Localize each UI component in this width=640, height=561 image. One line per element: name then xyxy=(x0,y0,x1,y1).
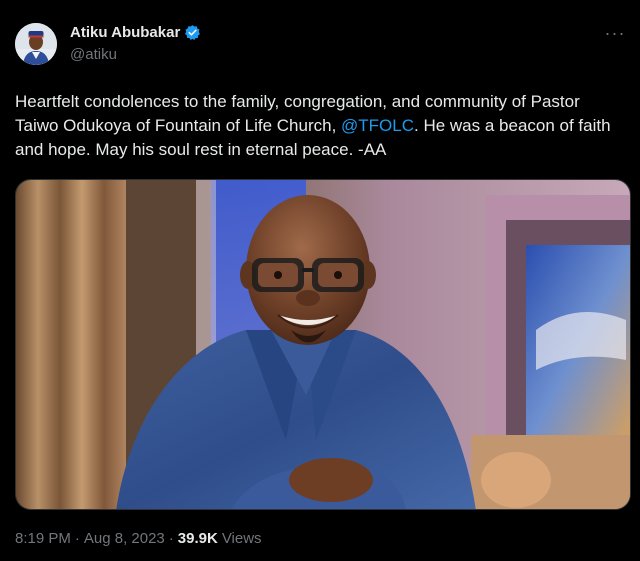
tweet-card: Atiku Abubakar @atiku ··· Heartfelt cond… xyxy=(0,0,640,561)
views-label: Views xyxy=(221,530,262,547)
meta-separator: · xyxy=(74,530,80,547)
meta-separator: · xyxy=(168,530,174,547)
tweet-photo[interactable] xyxy=(15,179,631,510)
author-avatar[interactable] xyxy=(15,23,57,65)
verified-badge-icon xyxy=(184,24,201,41)
author-handle[interactable]: @atiku xyxy=(70,46,117,63)
tweet-date[interactable]: Aug 8, 2023 xyxy=(84,530,165,547)
mention-link[interactable]: @TFOLC xyxy=(341,116,414,135)
author-name-row: Atiku Abubakar xyxy=(70,24,201,41)
tweet-text: Heartfelt condolences to the family, con… xyxy=(15,90,627,162)
author-display-name[interactable]: Atiku Abubakar xyxy=(70,24,180,41)
tweet-time[interactable]: 8:19 PM xyxy=(15,530,71,547)
profile-photo-icon xyxy=(15,23,57,65)
more-options-icon[interactable]: ··· xyxy=(602,22,628,44)
tweet-meta: 8:19 PM · Aug 8, 2023 · 39.9K Views xyxy=(15,530,262,547)
pastor-photo xyxy=(16,180,630,509)
views-count: 39.9K xyxy=(177,530,218,547)
